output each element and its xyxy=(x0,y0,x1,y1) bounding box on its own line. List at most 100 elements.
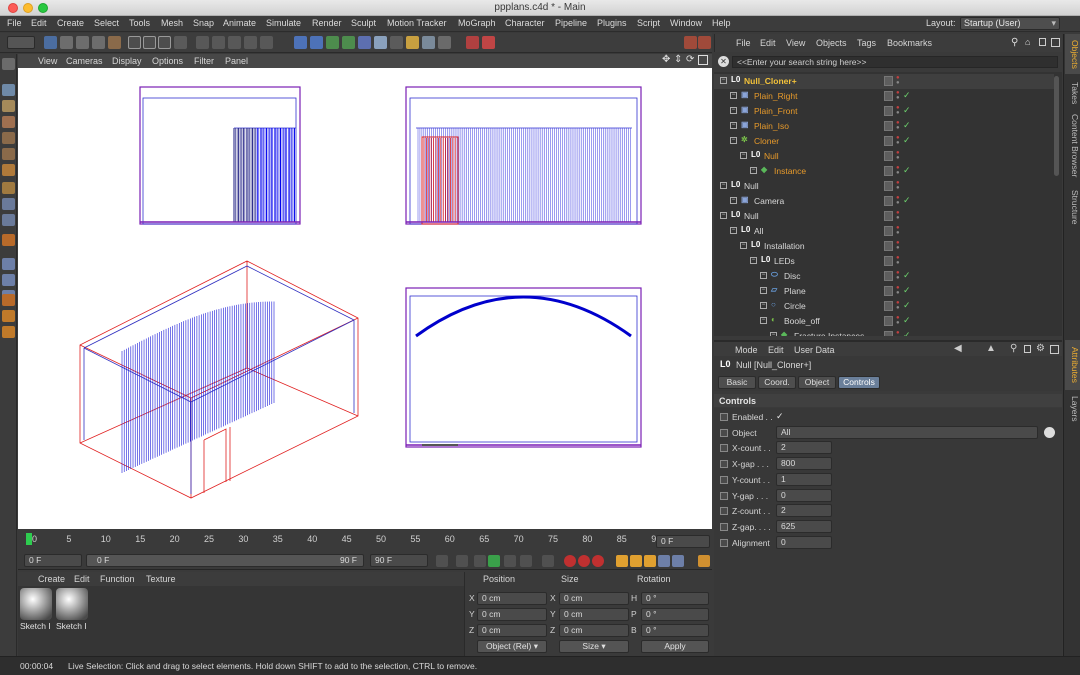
menu-sculpt[interactable]: Sculpt xyxy=(351,18,376,28)
scale-icon[interactable] xyxy=(76,36,89,49)
next-frame-icon[interactable] xyxy=(504,555,516,567)
size-y-field[interactable]: 0 cm xyxy=(559,608,629,621)
expand-toggle-icon[interactable]: − xyxy=(730,137,737,144)
object-row[interactable]: − ▱ Plane ● ● ✓ xyxy=(714,284,1054,299)
edges-mode-icon[interactable] xyxy=(2,148,15,160)
polygons-mode-icon[interactable] xyxy=(2,164,15,176)
search-icon[interactable]: ⚲ xyxy=(1011,37,1018,48)
tab-object[interactable]: Object xyxy=(798,376,836,389)
viewport-menu-cameras[interactable]: Cameras xyxy=(66,56,103,66)
material-menu-function[interactable]: Function xyxy=(100,574,135,584)
om-menu-file[interactable]: File xyxy=(736,38,751,48)
scale-key-icon[interactable] xyxy=(630,555,642,567)
spline-pen-icon[interactable] xyxy=(310,36,323,49)
animate-key-icon[interactable] xyxy=(720,507,728,516)
enabled-check-icon[interactable]: ✓ xyxy=(903,165,911,176)
material-sketch-2[interactable]: Sketch I xyxy=(56,588,90,632)
om-menu-tags[interactable]: Tags xyxy=(857,38,876,48)
expand-toggle-icon[interactable]: − xyxy=(730,107,737,114)
new-attr-panel-icon[interactable] xyxy=(1050,345,1059,354)
material-sketch-1[interactable]: Sketch I xyxy=(20,588,54,632)
editor-render-visibility-icon[interactable]: ●● xyxy=(896,75,904,86)
back-arrow-icon[interactable]: ◀ xyxy=(954,343,962,354)
enabled-check-icon[interactable]: ✓ xyxy=(903,90,911,101)
texture-mode-icon[interactable] xyxy=(2,100,15,112)
layer-visibility-icon[interactable] xyxy=(884,226,893,236)
model-mode-icon[interactable] xyxy=(2,84,15,96)
points-mode-icon[interactable] xyxy=(2,132,15,144)
menu-create[interactable]: Create xyxy=(57,18,84,28)
object-search-input[interactable]: <<Enter your search string here>> xyxy=(732,56,1058,68)
snap-icon[interactable] xyxy=(2,214,15,226)
y-axis-icon[interactable] xyxy=(143,36,156,49)
expand-toggle-icon[interactable]: − xyxy=(760,287,767,294)
layer-visibility-icon[interactable] xyxy=(884,136,893,146)
workplane-icon[interactable] xyxy=(2,116,15,128)
undo-icon[interactable] xyxy=(7,36,35,49)
clear-search-icon[interactable]: ✕ xyxy=(718,56,729,67)
enable-axis-icon[interactable] xyxy=(2,182,15,194)
search-attr-icon[interactable]: ⚲ xyxy=(1010,343,1017,354)
editor-render-visibility-icon[interactable]: ●● xyxy=(896,240,904,251)
enabled-check-icon[interactable]: ✓ xyxy=(903,330,911,336)
make-editable-icon[interactable] xyxy=(2,58,15,70)
lock-attr-icon[interactable] xyxy=(1024,345,1031,353)
object-row[interactable]: − ▣ Plain_Right ● ● ✓ xyxy=(714,89,1054,104)
attr-menu-user-data[interactable]: User Data xyxy=(794,345,835,355)
object-row[interactable]: − ▣ Plain_Iso ● ● ✓ xyxy=(714,119,1054,134)
object-row[interactable]: −◆Fracture Instances●●✓ xyxy=(714,329,1054,336)
tab-layers[interactable]: Layers xyxy=(1065,392,1080,424)
expand-toggle-icon[interactable]: − xyxy=(760,317,767,324)
animate-key-icon[interactable] xyxy=(720,491,728,500)
tab-controls[interactable]: Controls xyxy=(838,376,880,389)
layer-visibility-icon[interactable] xyxy=(884,121,893,131)
tab-basic[interactable]: Basic xyxy=(718,376,756,389)
light-icon[interactable] xyxy=(406,36,419,49)
numeric-field[interactable]: 625 xyxy=(776,519,832,533)
layer-visibility-icon[interactable] xyxy=(884,286,893,296)
numeric-field[interactable]: 0 xyxy=(776,488,832,502)
go-to-start-icon[interactable] xyxy=(436,555,448,567)
enabled-check-icon[interactable]: ✓ xyxy=(903,135,911,146)
edit-render-settings-icon[interactable] xyxy=(244,36,257,49)
menu-plugins[interactable]: Plugins xyxy=(597,18,627,28)
animate-key-icon[interactable] xyxy=(720,428,728,437)
layer-visibility-icon[interactable] xyxy=(884,316,893,326)
python-icon[interactable] xyxy=(482,36,495,49)
enabled-check-icon[interactable]: ✓ xyxy=(903,120,911,131)
menu-help[interactable]: Help xyxy=(712,18,731,28)
menu-snap[interactable]: Snap xyxy=(193,18,214,28)
animate-key-icon[interactable] xyxy=(720,413,728,421)
cube-icon[interactable] xyxy=(294,36,307,49)
attr-menu-mode[interactable]: Mode xyxy=(735,345,758,355)
layout-dropdown[interactable]: Startup (User) ▾ xyxy=(960,17,1060,30)
attr-menu-edit[interactable]: Edit xyxy=(768,345,784,355)
animate-key-icon[interactable] xyxy=(720,522,728,531)
enabled-check-icon[interactable]: ✓ xyxy=(903,315,911,326)
preview-range-slider[interactable]: 0 F 90 F xyxy=(86,554,364,567)
object-row[interactable]: − L0 Null ● ● xyxy=(714,149,1054,164)
play-icon[interactable] xyxy=(488,555,500,567)
editor-render-visibility-icon[interactable]: ●● xyxy=(896,150,904,161)
recent-tool-icon[interactable] xyxy=(108,36,121,49)
object-row[interactable]: − ⬭ Disc ● ● ✓ xyxy=(714,269,1054,284)
rot-p-field[interactable]: 0 ° xyxy=(641,608,709,621)
numeric-field[interactable]: 800 xyxy=(776,457,832,471)
camera-toolbar-icon[interactable] xyxy=(390,36,403,49)
home-icon[interactable]: ⌂ xyxy=(1025,37,1030,47)
menu-pipeline[interactable]: Pipeline xyxy=(555,18,587,28)
rot-b-field[interactable]: 0 ° xyxy=(641,624,709,637)
go-to-previous-key-icon[interactable] xyxy=(456,555,468,567)
pick-object-icon[interactable] xyxy=(1044,426,1055,438)
menu-motion-tracker[interactable]: Motion Tracker xyxy=(387,18,447,28)
menu-render[interactable]: Render xyxy=(312,18,342,28)
om-menu-edit[interactable]: Edit xyxy=(760,38,776,48)
paint-icon[interactable] xyxy=(2,310,15,322)
viewport-menu-view[interactable]: View xyxy=(38,56,57,66)
layer-visibility-icon[interactable] xyxy=(884,196,893,206)
object-row[interactable]: − ◆ Instance ● ● ✓ xyxy=(714,164,1054,179)
material-menu-create[interactable]: Create xyxy=(38,574,65,584)
rotate-icon[interactable] xyxy=(92,36,105,49)
pos-y-field[interactable]: 0 cm xyxy=(477,608,547,621)
enabled-check-icon[interactable]: ✓ xyxy=(903,285,911,296)
